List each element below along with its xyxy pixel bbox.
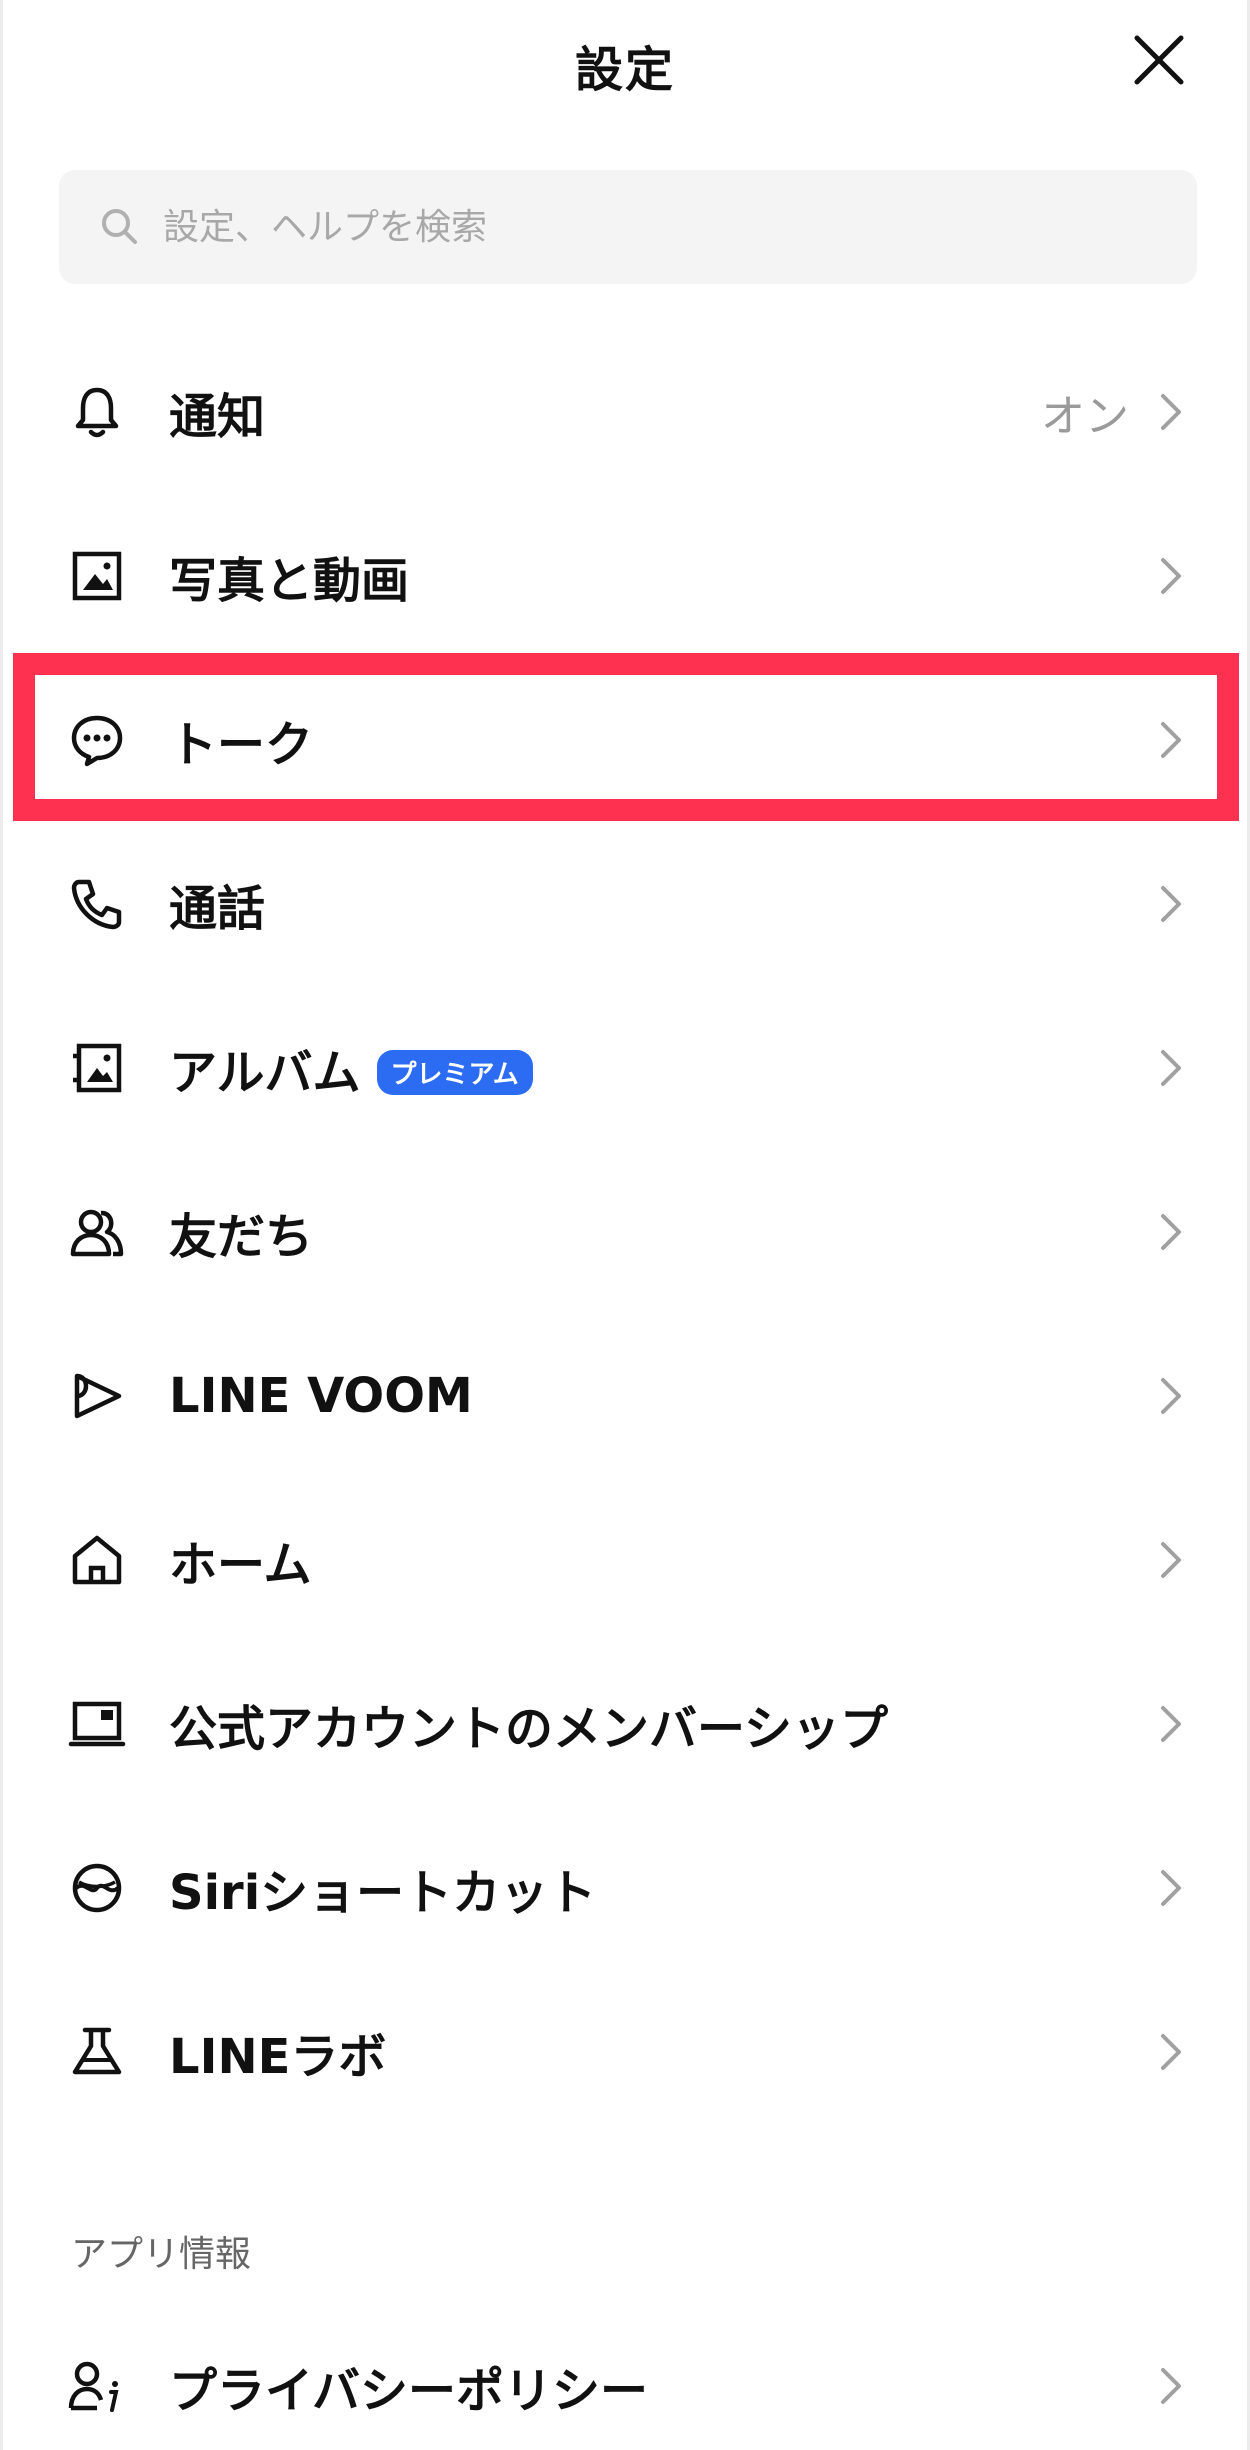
- settings-item-label: 友だち: [169, 1209, 314, 1265]
- album-label-text: アルバム: [169, 1045, 361, 1101]
- siri-icon: [72, 1863, 122, 1913]
- settings-item-label: 通知: [169, 389, 266, 445]
- photo-icon: [72, 551, 122, 601]
- phone-icon: [71, 879, 122, 930]
- page-title: 設定: [574, 42, 675, 98]
- chevron-right-icon: [1161, 1378, 1181, 1414]
- voom-play-icon: [74, 1373, 122, 1419]
- settings-item-label: LINE VOOM: [169, 1368, 473, 1424]
- chevron-right-icon: [1161, 2034, 1181, 2070]
- settings-item-album[interactable]: アルバム プレミアム: [3, 986, 1247, 1150]
- chevron-right-icon: [1161, 1706, 1181, 1742]
- chevron-right-icon: [1161, 558, 1181, 594]
- album-icon: [73, 1043, 122, 1093]
- close-icon: [1134, 35, 1184, 85]
- settings-item-notifications[interactable]: 通知 オン: [3, 330, 1247, 494]
- chevron-right-icon: [1161, 1542, 1181, 1578]
- friends-icon: [70, 1209, 124, 1257]
- settings-item-value: オン: [1041, 391, 1129, 442]
- settings-item-home[interactable]: ホーム: [3, 1478, 1247, 1642]
- header: 設定: [3, 0, 1247, 120]
- settings-item-label: ホーム: [169, 1537, 312, 1593]
- settings-item-official-account-membership[interactable]: 公式アカウントのメンバーシップ: [3, 1642, 1247, 1806]
- settings-item-label: アルバム プレミアム: [169, 1033, 533, 1103]
- premium-badge: プレミアム: [376, 1049, 533, 1095]
- search-icon: [102, 209, 137, 244]
- bell-icon: [75, 387, 119, 438]
- settings-item-label: Siriショートカット: [169, 1865, 597, 1921]
- chevron-right-icon: [1161, 1050, 1181, 1086]
- settings-item-label: 写真と動画: [169, 553, 410, 609]
- chevron-right-icon: [1161, 1870, 1181, 1906]
- search-bar[interactable]: [59, 170, 1197, 284]
- settings-item-label: 公式アカウントのメンバーシップ: [169, 1701, 889, 1757]
- settings-item-line-voom[interactable]: LINE VOOM: [3, 1314, 1247, 1478]
- settings-item-label: プライバシーポリシー: [169, 2363, 649, 2419]
- section-header-app-info: アプリ情報: [71, 2234, 252, 2275]
- chevron-right-icon: [1161, 2368, 1181, 2404]
- settings-item-label: LINEラボ: [169, 2029, 387, 2085]
- settings-screen: 設定 通知 オン 写真と動画: [0, 0, 1250, 2450]
- settings-item-siri-shortcuts[interactable]: Siriショートカット: [3, 1806, 1247, 1970]
- highlight-box: [13, 653, 1239, 821]
- settings-item-privacy-policy[interactable]: プライバシーポリシー: [3, 2304, 1247, 2450]
- privacy-person-info-icon: [68, 2361, 119, 2412]
- settings-item-friends[interactable]: 友だち: [3, 1150, 1247, 1314]
- chevron-right-icon: [1161, 394, 1181, 430]
- flask-icon: [72, 2027, 122, 2075]
- settings-item-label: 通話: [169, 881, 266, 937]
- membership-card-icon: [68, 1701, 126, 1747]
- chevron-right-icon: [1161, 886, 1181, 922]
- close-button[interactable]: [1129, 30, 1189, 90]
- chevron-right-icon: [1161, 1214, 1181, 1250]
- search-input[interactable]: [163, 170, 1163, 284]
- settings-item-photos-videos[interactable]: 写真と動画: [3, 494, 1247, 658]
- settings-item-line-labs[interactable]: LINEラボ: [3, 1970, 1247, 2134]
- home-icon: [72, 1535, 122, 1585]
- settings-item-calls[interactable]: 通話: [3, 822, 1247, 986]
